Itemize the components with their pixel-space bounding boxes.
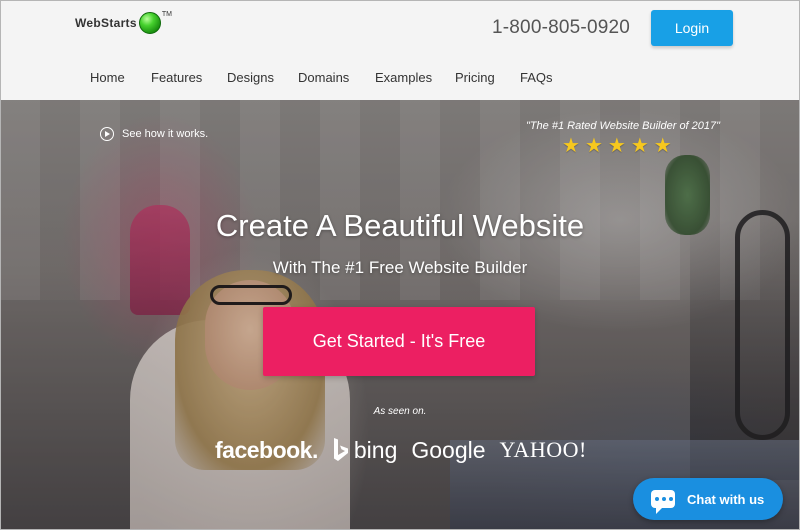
rating-quote: "The #1 Rated Website Builder of 2017" (525, 120, 721, 132)
nav-item-pricing[interactable]: Pricing (455, 70, 495, 85)
rating-stars: ★ ★ ★ ★ ★ (562, 136, 672, 156)
chat-label: Chat with us (687, 491, 765, 507)
see-how-it-works-link[interactable]: See how it works. (100, 127, 208, 141)
nav-item-faqs[interactable]: FAQs (520, 70, 553, 85)
star-icon: ★ (630, 135, 649, 157)
press-logos: facebook. bing Google YAHOO! (215, 430, 601, 470)
nav-item-domains[interactable]: Domains (298, 70, 349, 85)
google-logo: Google (411, 436, 486, 463)
see-how-label: See how it works. (122, 128, 209, 140)
bing-wordmark: bing (353, 436, 398, 463)
as-seen-on-label: As seen on. (373, 406, 427, 417)
get-started-button[interactable]: Get Started - It's Free (263, 307, 535, 376)
play-circle-icon (100, 127, 114, 141)
phone-number: 1-800-805-0920 (492, 17, 631, 38)
nav-item-features[interactable]: Features (151, 70, 202, 85)
nav-item-designs[interactable]: Designs (227, 70, 274, 85)
nav-item-home[interactable]: Home (90, 70, 125, 85)
hero-headline: Create A Beautiful Website (215, 208, 585, 243)
star-icon: ★ (562, 135, 580, 157)
logo-text: WebStarts (75, 16, 137, 30)
login-button[interactable]: Login (651, 10, 733, 46)
hero-subheadline: With The #1 Free Website Builder (272, 258, 528, 277)
nav-item-examples[interactable]: Examples (375, 70, 432, 85)
site-header: WebStarts TM 1-800-805-0920 Login Home F… (0, 0, 800, 100)
hero-section: See how it works. "The #1 Rated Website … (0, 100, 800, 530)
bing-b-icon (333, 438, 348, 461)
star-icon: ★ (653, 135, 672, 157)
yahoo-logo: YAHOO! (499, 437, 587, 462)
star-icon: ★ (584, 135, 603, 157)
facebook-logo: facebook. (215, 436, 318, 463)
chat-with-us-button[interactable]: Chat with us (633, 478, 783, 520)
logo-trademark: TM (161, 10, 172, 18)
chat-bubble-icon (651, 490, 675, 514)
star-icon: ★ (607, 135, 626, 157)
webstarts-logo[interactable]: WebStarts TM (75, 10, 172, 34)
main-nav: Home Features Designs Domains Examples P… (0, 70, 800, 88)
logo-green-ball-icon (138, 12, 161, 34)
bing-logo: bing (332, 437, 397, 464)
